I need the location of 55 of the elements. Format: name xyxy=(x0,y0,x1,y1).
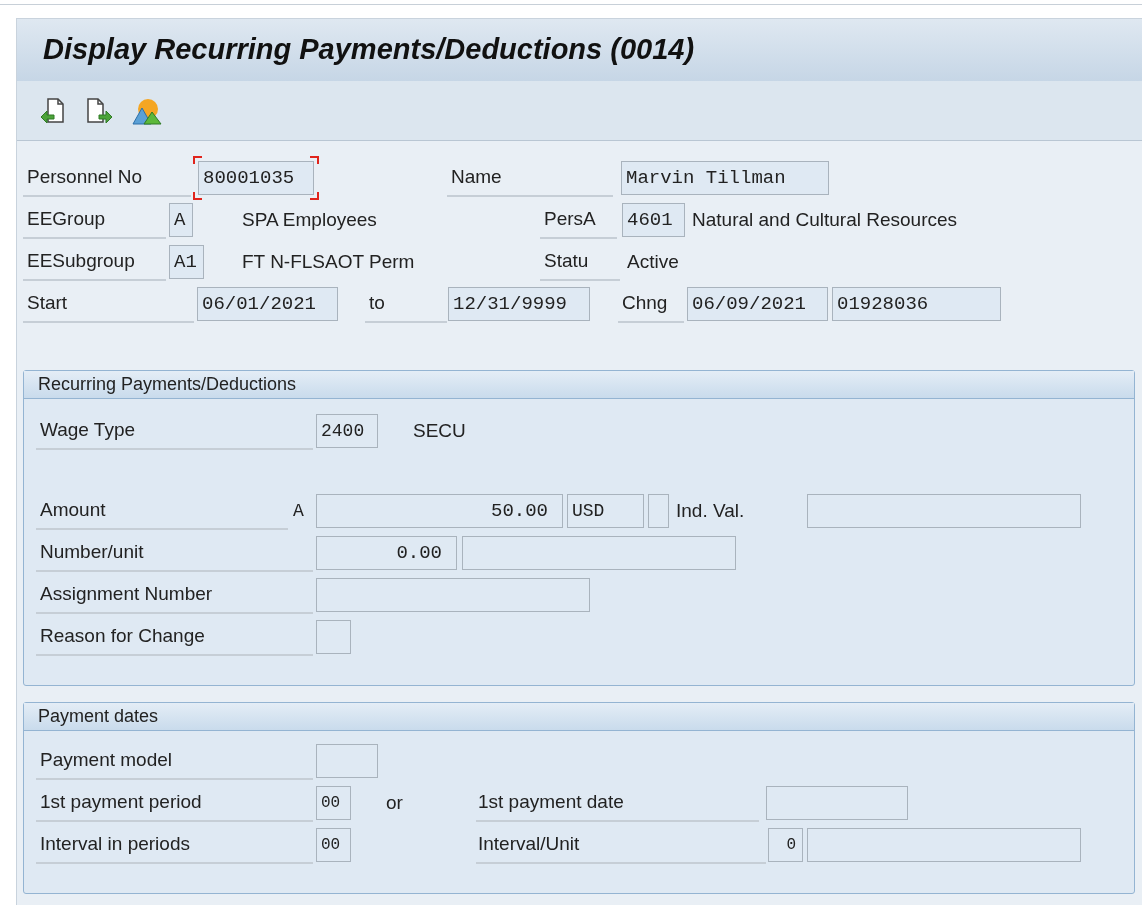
window-title: Display Recurring Payments/Deductions (0014) xyxy=(43,32,695,68)
input-field[interactable]: 00 xyxy=(316,828,351,862)
or-text: or xyxy=(386,791,404,816)
input-field[interactable] xyxy=(766,786,908,820)
input-field[interactable]: 06/01/2021 xyxy=(197,287,338,321)
indicator-text: A xyxy=(292,500,305,523)
group-title: Recurring Payments/Deductions xyxy=(24,371,1134,399)
field-label: Reason for Change xyxy=(36,619,313,656)
input-field[interactable]: A xyxy=(169,203,193,237)
input-field[interactable] xyxy=(648,494,669,528)
input-field[interactable]: 2400 xyxy=(316,414,378,448)
input-field[interactable] xyxy=(807,494,1081,528)
input-field[interactable]: 4601 xyxy=(622,203,685,237)
field-label: Start xyxy=(23,286,194,323)
input-field[interactable]: 0 xyxy=(768,828,803,862)
field-label: Number/unit xyxy=(36,535,313,572)
field-label: Personnel No xyxy=(23,160,191,197)
field-label: 1st payment period xyxy=(36,785,313,822)
input-field[interactable]: 00 xyxy=(316,786,351,820)
field-label: Amount xyxy=(36,493,288,530)
field-label: Assignment Number xyxy=(36,577,313,614)
field-label: Name xyxy=(447,160,613,197)
field-label: Interval in periods xyxy=(36,827,313,864)
field-label: Payment model xyxy=(36,743,313,780)
field-label: Statu xyxy=(540,244,620,281)
field-label: EESubgroup xyxy=(23,244,166,281)
field-label: 1st payment date xyxy=(476,785,759,822)
field-label: Chng xyxy=(618,286,684,323)
input-field[interactable]: 0.00 xyxy=(316,536,457,570)
group-title: Payment dates xyxy=(24,703,1134,731)
field-label: EEGroup xyxy=(23,202,166,239)
input-field[interactable]: Marvin Tillman xyxy=(621,161,829,195)
input-field[interactable]: 80001035 xyxy=(198,161,314,195)
input-field[interactable]: 12/31/9999 xyxy=(448,287,590,321)
subgroup-text: FT N-FLSAOT Perm xyxy=(242,250,416,275)
input-field[interactable] xyxy=(316,578,590,612)
input-field[interactable]: 01928036 xyxy=(832,287,1001,321)
field-label: Interval/Unit xyxy=(476,827,766,864)
status-text: Active xyxy=(627,250,679,275)
input-field[interactable] xyxy=(807,828,1081,862)
input-field[interactable]: A1 xyxy=(169,245,204,279)
input-field[interactable]: 06/09/2021 xyxy=(687,287,828,321)
input-field[interactable] xyxy=(316,620,351,654)
field-label: Ind. Val. xyxy=(676,499,746,524)
next-page-icon[interactable] xyxy=(85,95,113,126)
input-field[interactable] xyxy=(462,536,736,570)
wage-type-text: SECU xyxy=(413,419,466,444)
previous-page-icon[interactable] xyxy=(39,95,67,126)
group-text: SPA Employees xyxy=(242,208,378,233)
input-field[interactable]: 50.00 xyxy=(316,494,563,528)
field-label: PersA xyxy=(540,202,617,239)
area-text: Natural and Cultural Resources xyxy=(692,208,958,233)
input-field[interactable] xyxy=(316,744,378,778)
input-field[interactable]: USD xyxy=(567,494,644,528)
field-label: Wage Type xyxy=(36,413,313,450)
